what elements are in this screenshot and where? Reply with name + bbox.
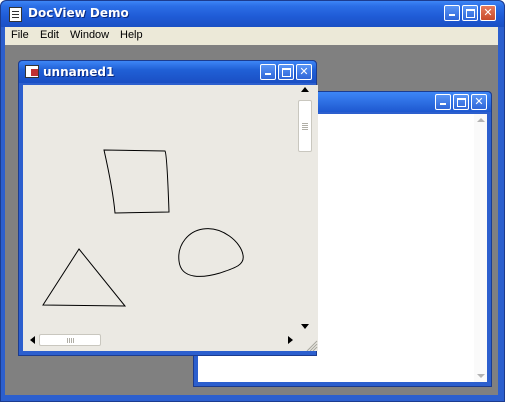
triangle-shape: [42, 248, 127, 307]
maximize-icon: [279, 65, 293, 79]
grip-line: [302, 129, 308, 130]
grip-line: [302, 123, 308, 124]
resize-grip-icon: [306, 340, 318, 351]
close-icon: ✕: [299, 65, 309, 78]
maximize-button-back[interactable]: [453, 94, 469, 110]
grip-line: [302, 127, 308, 128]
child-titlebar-front[interactable]: unnamed1 ✕: [19, 61, 316, 83]
vertical-scroll-thumb[interactable]: [298, 100, 312, 152]
maximize-button[interactable]: [462, 5, 478, 21]
drawing-svg: [42, 149, 244, 307]
grip-line: [302, 125, 308, 126]
document-icon[interactable]: [9, 7, 22, 22]
menu-help[interactable]: Help: [120, 29, 143, 41]
circle-shape: [178, 228, 244, 277]
grip-line: [71, 338, 72, 343]
close-button[interactable]: ✕: [480, 5, 496, 21]
quad-shape: [103, 149, 170, 214]
maximize-icon: [454, 95, 468, 109]
horizontal-scrollbar[interactable]: [23, 329, 304, 351]
menu-bar: File Edit Window Help: [5, 27, 498, 45]
horizontal-scroll-thumb[interactable]: [39, 334, 101, 346]
mdi-child-window-front[interactable]: unnamed1 ✕: [18, 60, 318, 356]
main-titlebar[interactable]: DocView Demo ✕: [1, 1, 504, 27]
close-icon: ✕: [474, 95, 484, 108]
scroll-left-icon[interactable]: [30, 336, 35, 344]
child-minimize-button[interactable]: [260, 64, 276, 80]
mdi-document-icon[interactable]: [25, 65, 39, 78]
close-icon: ✕: [483, 6, 493, 19]
document-title: unnamed1: [43, 65, 115, 79]
grip-line: [73, 338, 74, 343]
scroll-down-icon[interactable]: [477, 374, 485, 378]
menu-window[interactable]: Window: [70, 29, 109, 41]
scroll-up-icon[interactable]: [477, 118, 485, 122]
minimize-button[interactable]: [444, 5, 460, 21]
scroll-up-icon[interactable]: [301, 87, 309, 92]
close-button-back[interactable]: ✕: [471, 94, 487, 110]
child-close-button[interactable]: ✕: [296, 64, 312, 80]
vertical-scrollbar-back[interactable]: [474, 114, 487, 382]
drawing-canvas[interactable]: [23, 85, 304, 329]
window-title: DocView Demo: [28, 6, 129, 20]
maximize-icon: [463, 6, 477, 20]
minimize-icon: [261, 65, 275, 79]
menu-edit[interactable]: Edit: [40, 29, 59, 41]
scroll-right-icon[interactable]: [288, 336, 293, 344]
minimize-button-back[interactable]: [435, 94, 451, 110]
child-maximize-button[interactable]: [278, 64, 294, 80]
grip-line: [67, 338, 68, 343]
menu-file[interactable]: File: [11, 29, 29, 41]
grip-line: [69, 338, 70, 343]
minimize-icon: [445, 6, 459, 20]
size-grip[interactable]: [304, 329, 318, 351]
minimize-icon: [436, 95, 450, 109]
